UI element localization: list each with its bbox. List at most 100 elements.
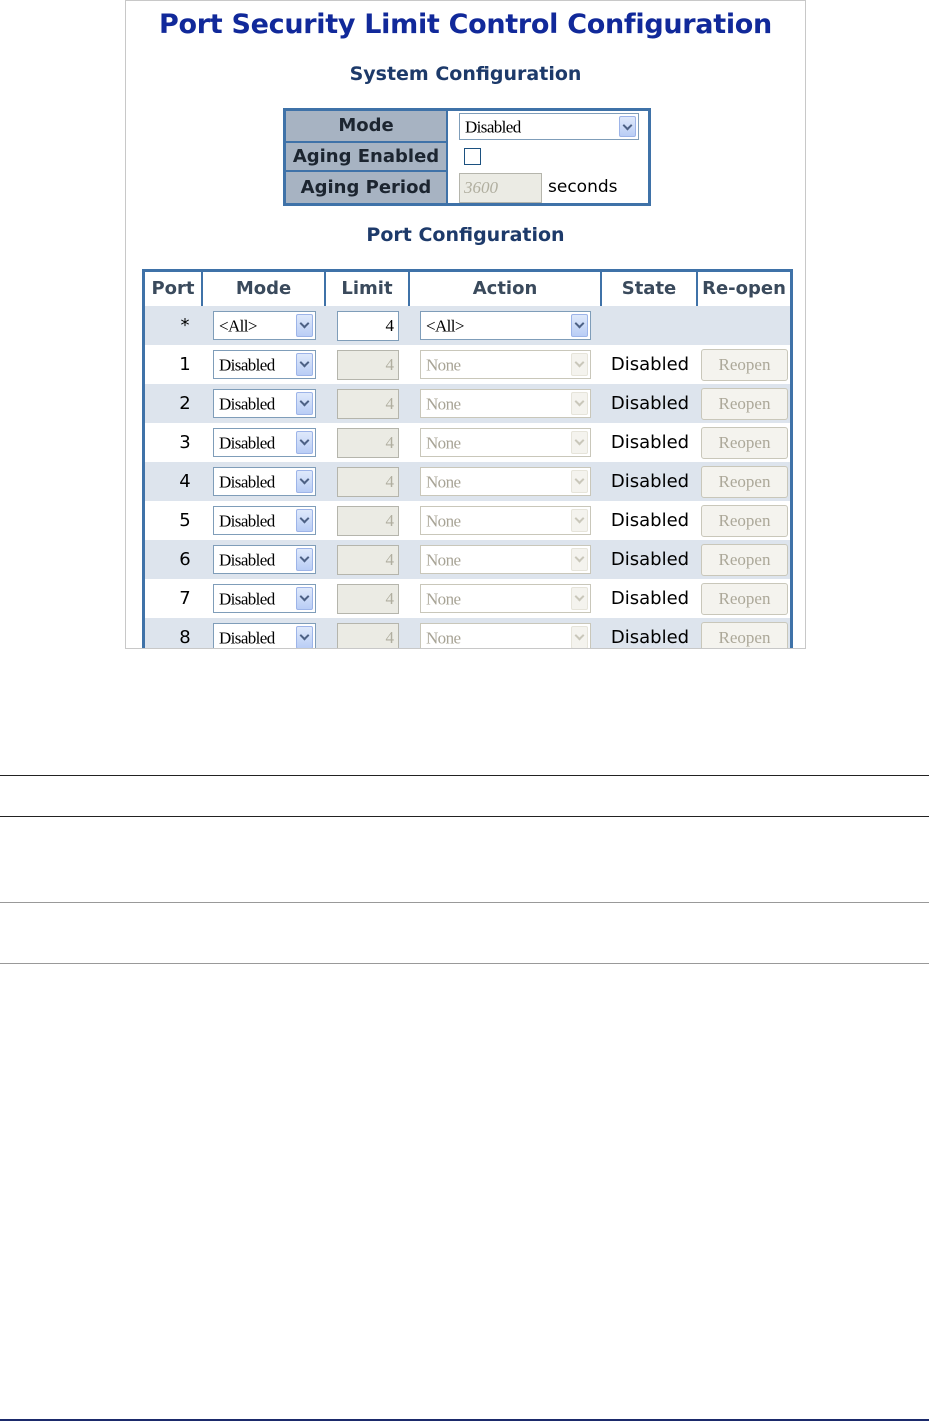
port-mode-select[interactable]: Disabled bbox=[213, 428, 316, 457]
table-row: 7 Disabled 4 None Disabled Reopen bbox=[145, 579, 790, 618]
table-row: 2 Disabled 4 None Disabled Reopen bbox=[145, 384, 790, 423]
port-action-select[interactable]: None bbox=[420, 623, 591, 648]
port-config-heading: Port Configuration bbox=[366, 224, 565, 246]
all-limit-input[interactable]: 4 bbox=[337, 311, 399, 341]
port-action-select[interactable]: None bbox=[420, 545, 591, 574]
dropdown-arrow-icon bbox=[296, 509, 313, 532]
port-action-select[interactable]: None bbox=[420, 584, 591, 613]
footer-rule bbox=[0, 1419, 929, 1421]
port-state: Disabled bbox=[610, 549, 690, 570]
port-mode-value: Disabled bbox=[219, 433, 275, 452]
table-row: 3 Disabled 4 None Disabled Reopen bbox=[145, 423, 790, 462]
port-action-select[interactable]: None bbox=[420, 428, 591, 457]
port-mode-value: Disabled bbox=[219, 472, 275, 491]
port-config-table: Port Mode Limit Action State Re-open * <… bbox=[142, 269, 793, 648]
dropdown-arrow-icon bbox=[571, 509, 588, 532]
port-mode-select[interactable]: Disabled bbox=[213, 389, 316, 418]
port-mode-select[interactable]: Disabled bbox=[213, 545, 316, 574]
port-action-value: None bbox=[426, 433, 461, 452]
table-row: 1 Disabled 4 None Disabled Reopen bbox=[145, 345, 790, 384]
dropdown-arrow-icon bbox=[296, 353, 313, 376]
all-action-select[interactable]: <All> bbox=[420, 311, 591, 340]
dropdown-arrow-icon bbox=[571, 314, 588, 337]
dropdown-arrow-icon bbox=[571, 470, 588, 493]
reopen-button[interactable]: Reopen bbox=[701, 583, 788, 615]
aging-period-unit: seconds bbox=[548, 177, 618, 197]
table-row: 6 Disabled 4 None Disabled Reopen bbox=[145, 540, 790, 579]
port-mode-value: Disabled bbox=[219, 589, 275, 608]
reopen-button[interactable]: Reopen bbox=[701, 544, 788, 576]
port-limit-input[interactable]: 4 bbox=[337, 350, 399, 380]
port-action-value: None bbox=[426, 355, 461, 374]
rule-top bbox=[0, 775, 929, 776]
dropdown-arrow-icon bbox=[571, 587, 588, 610]
port-action-select[interactable]: None bbox=[420, 350, 591, 379]
dropdown-arrow-icon bbox=[571, 392, 588, 415]
port-state: Disabled bbox=[610, 393, 690, 414]
reopen-button[interactable]: Reopen bbox=[701, 622, 788, 648]
port-action-value: None bbox=[426, 394, 461, 413]
port-mode-select[interactable]: Disabled bbox=[213, 584, 316, 613]
system-mode-select[interactable]: Disabled bbox=[459, 113, 639, 140]
mode-label: Mode bbox=[286, 111, 448, 141]
reopen-button[interactable]: Reopen bbox=[701, 505, 788, 537]
aging-enabled-label: Aging Enabled bbox=[286, 143, 448, 170]
system-config-heading: System Configuration bbox=[349, 63, 582, 85]
port-action-select[interactable]: None bbox=[420, 389, 591, 418]
dropdown-arrow-icon bbox=[571, 548, 588, 571]
port-limit-input[interactable]: 4 bbox=[337, 623, 399, 648]
port-mode-select[interactable]: Disabled bbox=[213, 467, 316, 496]
table-row: 4 Disabled 4 None Disabled Reopen bbox=[145, 462, 790, 501]
rule-row bbox=[0, 963, 929, 964]
col-state: State bbox=[602, 272, 698, 306]
port-limit-input[interactable]: 4 bbox=[337, 584, 399, 614]
port-state: Disabled bbox=[610, 588, 690, 609]
system-mode-value: Disabled bbox=[465, 117, 521, 136]
all-mode-value: <All> bbox=[219, 316, 258, 335]
screenshot-frame: Port Security Limit Control Configuratio… bbox=[125, 0, 806, 649]
port-action-value: None bbox=[426, 472, 461, 491]
port-mode-select[interactable]: Disabled bbox=[213, 506, 316, 535]
port-state: Disabled bbox=[610, 354, 690, 375]
dropdown-arrow-icon bbox=[571, 626, 588, 648]
port-limit-input[interactable]: 4 bbox=[337, 467, 399, 497]
port-limit-input[interactable]: 4 bbox=[337, 506, 399, 536]
port-limit-input[interactable]: 4 bbox=[337, 545, 399, 575]
dropdown-arrow-icon bbox=[296, 392, 313, 415]
port-mode-value: Disabled bbox=[219, 511, 275, 530]
table-row: 5 Disabled 4 None Disabled Reopen bbox=[145, 501, 790, 540]
all-action-value: <All> bbox=[426, 316, 465, 335]
dropdown-arrow-icon bbox=[619, 116, 636, 137]
port-action-select[interactable]: None bbox=[420, 506, 591, 535]
dropdown-arrow-icon bbox=[296, 548, 313, 571]
page-title: Port Security Limit Control Configuratio… bbox=[159, 9, 772, 40]
all-mode-select[interactable]: <All> bbox=[213, 311, 316, 340]
aging-enabled-checkbox[interactable] bbox=[464, 148, 481, 165]
dropdown-arrow-icon bbox=[296, 587, 313, 610]
col-reopen: Re-open bbox=[702, 278, 786, 299]
port-mode-value: Disabled bbox=[219, 355, 275, 374]
col-action: Action bbox=[410, 272, 602, 306]
port-limit-input[interactable]: 4 bbox=[337, 389, 399, 419]
port-state: Disabled bbox=[610, 627, 690, 648]
reopen-button[interactable]: Reopen bbox=[701, 388, 788, 420]
dropdown-arrow-icon bbox=[571, 431, 588, 454]
reopen-button[interactable]: Reopen bbox=[701, 466, 788, 498]
port-mode-select[interactable]: Disabled bbox=[213, 623, 316, 648]
port-action-value: None bbox=[426, 511, 461, 530]
port-mode-value: Disabled bbox=[219, 550, 275, 569]
port-state: Disabled bbox=[610, 510, 690, 531]
col-mode: Mode bbox=[203, 272, 326, 306]
table-header: Port Mode Limit Action State Re-open bbox=[145, 272, 790, 306]
dropdown-arrow-icon bbox=[571, 353, 588, 376]
col-port: Port bbox=[145, 272, 203, 306]
port-action-select[interactable]: None bbox=[420, 467, 591, 496]
aging-period-input[interactable]: 3600 bbox=[459, 173, 542, 203]
reopen-button[interactable]: Reopen bbox=[701, 349, 788, 381]
port-mode-select[interactable]: Disabled bbox=[213, 350, 316, 379]
port-limit-input[interactable]: 4 bbox=[337, 428, 399, 458]
col-limit: Limit bbox=[326, 272, 410, 306]
reopen-button[interactable]: Reopen bbox=[701, 427, 788, 459]
port-mode-value: Disabled bbox=[219, 394, 275, 413]
table-row: 8 Disabled 4 None Disabled Reopen bbox=[145, 618, 790, 648]
